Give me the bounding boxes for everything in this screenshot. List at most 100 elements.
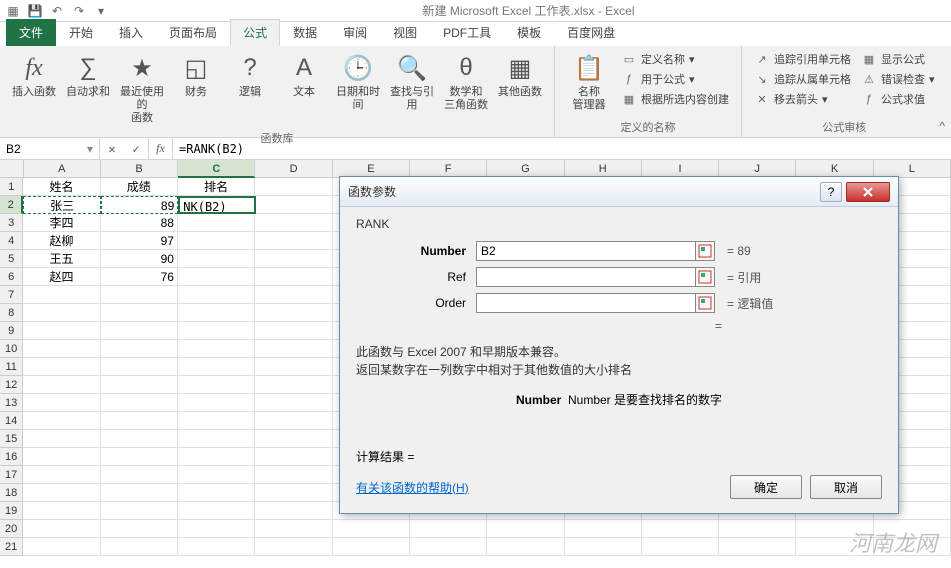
cell-H20[interactable] <box>565 520 642 538</box>
logical-button[interactable]: ?逻辑 <box>224 50 276 101</box>
function-help-link[interactable]: 有关该函数的帮助(H) <box>356 479 722 496</box>
row-head-6[interactable]: 6 <box>0 268 23 286</box>
cell-D17[interactable] <box>255 466 332 484</box>
undo-icon[interactable]: ↶ <box>48 2 66 20</box>
cell-D16[interactable] <box>255 448 332 466</box>
tab-home[interactable]: 开始 <box>56 19 106 46</box>
ok-button[interactable]: 确定 <box>730 475 802 499</box>
cell-E20[interactable] <box>333 520 410 538</box>
cell-A2[interactable]: 张三 <box>23 196 100 214</box>
row-head-10[interactable]: 10 <box>0 340 23 358</box>
datetime-button[interactable]: 🕒日期和时间 <box>332 50 384 114</box>
cell-G20[interactable] <box>487 520 564 538</box>
cell-C4[interactable] <box>178 232 255 250</box>
range-picker-button[interactable] <box>695 293 715 313</box>
row-head-8[interactable]: 8 <box>0 304 23 322</box>
cell-C11[interactable] <box>178 358 255 376</box>
row-head-1[interactable]: 1 <box>0 178 23 196</box>
row-head-7[interactable]: 7 <box>0 286 23 304</box>
cell-C19[interactable] <box>178 502 255 520</box>
cell-C5[interactable] <box>178 250 255 268</box>
cell-A8[interactable] <box>23 304 100 322</box>
cell-D8[interactable] <box>255 304 332 322</box>
cell-C9[interactable] <box>178 322 255 340</box>
cell-D21[interactable] <box>255 538 332 556</box>
cell-C18[interactable] <box>178 484 255 502</box>
cell-C2[interactable]: NK(B2) <box>178 196 256 214</box>
tab-pdf[interactable]: PDF工具 <box>430 19 504 46</box>
tab-formulas[interactable]: 公式 <box>230 19 280 46</box>
cell-C17[interactable] <box>178 466 255 484</box>
row-head-13[interactable]: 13 <box>0 394 23 412</box>
cell-B1[interactable]: 成绩 <box>101 178 178 196</box>
cell-A13[interactable] <box>23 394 100 412</box>
cell-B17[interactable] <box>101 466 178 484</box>
cell-B10[interactable] <box>101 340 178 358</box>
cell-B8[interactable] <box>101 304 178 322</box>
financial-button[interactable]: ◱财务 <box>170 50 222 101</box>
cell-B5[interactable]: 90 <box>101 250 178 268</box>
tab-file[interactable]: 文件 <box>6 19 56 46</box>
select-all-corner[interactable] <box>0 160 24 178</box>
cell-A9[interactable] <box>23 322 100 340</box>
cell-B11[interactable] <box>101 358 178 376</box>
dialog-titlebar[interactable]: 函数参数 ? <box>340 177 898 207</box>
cell-D19[interactable] <box>255 502 332 520</box>
cell-I20[interactable] <box>642 520 719 538</box>
cell-C13[interactable] <box>178 394 255 412</box>
error-check-button[interactable]: ⚠错误检查 ▾ <box>857 70 939 88</box>
cell-B6[interactable]: 76 <box>101 268 178 286</box>
use-in-formula-button[interactable]: ƒ用于公式 ▾ <box>617 70 733 88</box>
cell-D13[interactable] <box>255 394 332 412</box>
cell-K20[interactable] <box>796 520 873 538</box>
cell-D14[interactable] <box>255 412 332 430</box>
row-head-4[interactable]: 4 <box>0 232 23 250</box>
cell-A12[interactable] <box>23 376 100 394</box>
trace-dependents-button[interactable]: ↘追踪从属单元格 <box>750 70 855 88</box>
row-head-15[interactable]: 15 <box>0 430 23 448</box>
cell-A1[interactable]: 姓名 <box>23 178 100 196</box>
cell-G21[interactable] <box>487 538 564 556</box>
cell-A10[interactable] <box>23 340 100 358</box>
cell-B21[interactable] <box>101 538 178 556</box>
param-input-order[interactable] <box>476 293 696 313</box>
cell-B18[interactable] <box>101 484 178 502</box>
cell-D20[interactable] <box>255 520 332 538</box>
lookup-button[interactable]: 🔍查找与引用 <box>386 50 438 114</box>
save-icon[interactable]: 💾 <box>26 2 44 20</box>
cell-C16[interactable] <box>178 448 255 466</box>
cell-L21[interactable] <box>874 538 951 556</box>
cell-B2[interactable]: 89 <box>101 196 178 214</box>
cell-D4[interactable] <box>255 232 332 250</box>
name-manager-button[interactable]: 📋名称 管理器 <box>563 50 615 114</box>
cell-D6[interactable] <box>255 268 332 286</box>
cell-D18[interactable] <box>255 484 332 502</box>
cell-C10[interactable] <box>178 340 255 358</box>
cell-B15[interactable] <box>101 430 178 448</box>
cell-A17[interactable] <box>23 466 100 484</box>
row-head-3[interactable]: 3 <box>0 214 23 232</box>
tab-insert[interactable]: 插入 <box>106 19 156 46</box>
tab-templates[interactable]: 模板 <box>504 19 554 46</box>
cell-H21[interactable] <box>565 538 642 556</box>
tab-review[interactable]: 审阅 <box>330 19 380 46</box>
autosum-button[interactable]: ∑自动求和 <box>62 50 114 101</box>
cell-C7[interactable] <box>178 286 255 304</box>
cell-A16[interactable] <box>23 448 100 466</box>
cell-C8[interactable] <box>178 304 255 322</box>
tab-view[interactable]: 视图 <box>380 19 430 46</box>
qat-dropdown-icon[interactable]: ▾ <box>92 2 110 20</box>
cell-D15[interactable] <box>255 430 332 448</box>
row-head-11[interactable]: 11 <box>0 358 23 376</box>
dialog-close-button[interactable] <box>846 182 890 202</box>
dialog-help-button[interactable]: ? <box>820 182 842 202</box>
cell-A14[interactable] <box>23 412 100 430</box>
cell-D12[interactable] <box>255 376 332 394</box>
cell-J20[interactable] <box>719 520 796 538</box>
col-head-A[interactable]: A <box>24 160 101 178</box>
cell-D5[interactable] <box>255 250 332 268</box>
row-head-17[interactable]: 17 <box>0 466 23 484</box>
cell-B4[interactable]: 97 <box>101 232 178 250</box>
cell-I21[interactable] <box>642 538 719 556</box>
param-input-ref[interactable] <box>476 267 696 287</box>
